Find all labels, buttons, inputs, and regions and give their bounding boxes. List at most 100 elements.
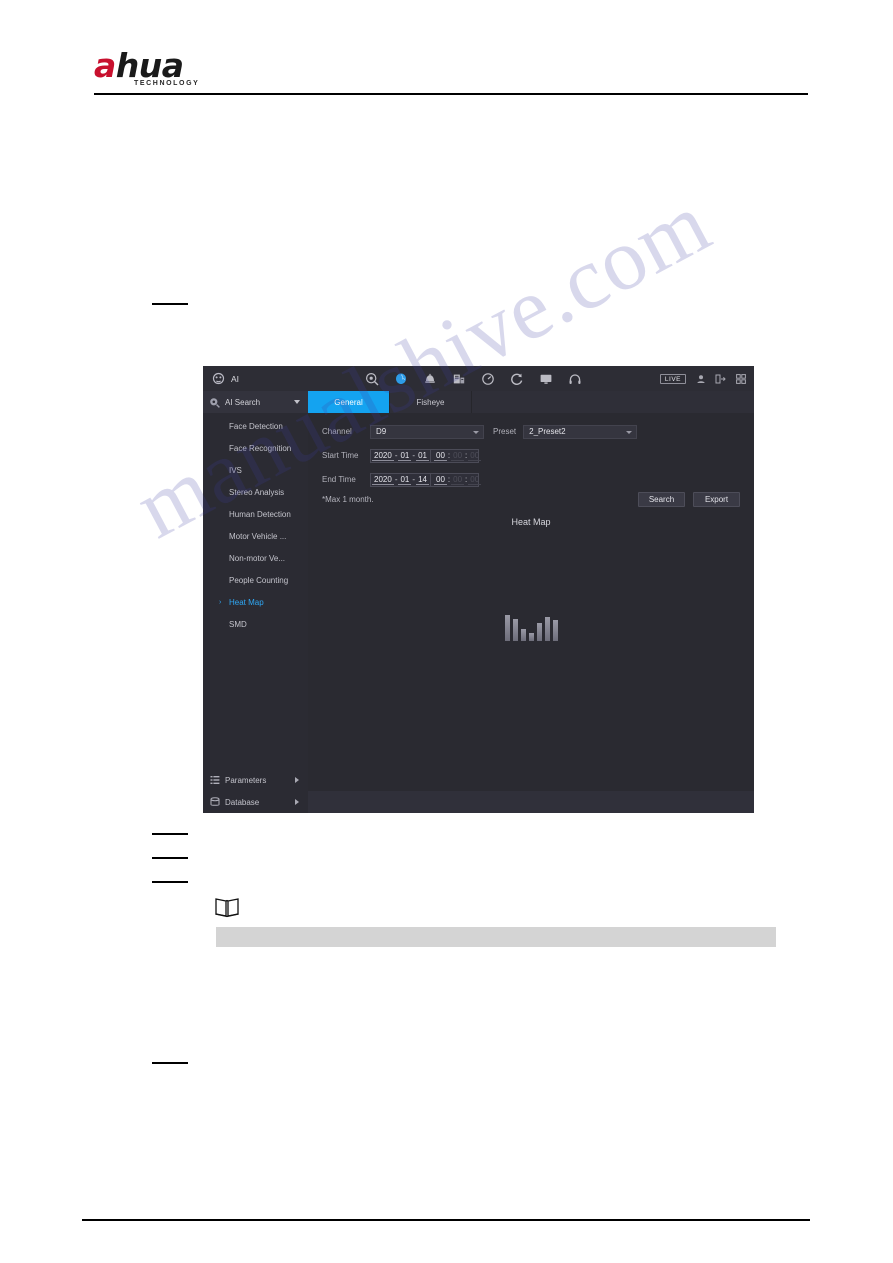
header-divider xyxy=(94,93,808,95)
sidebar-header-ai-search[interactable]: AI Search xyxy=(203,391,308,413)
start-year: 2020 xyxy=(372,450,394,461)
main-panel: Channel D9 Preset 2_Preset2 Start Time 2… xyxy=(308,413,754,813)
display-icon[interactable] xyxy=(538,371,553,386)
sidebar-item-people-counting[interactable]: People Counting xyxy=(203,569,308,591)
sidebar-item-label: SMD xyxy=(229,619,247,629)
user-icon[interactable] xyxy=(695,373,706,384)
sidebar-item-label: Heat Map xyxy=(229,597,264,607)
heatmap-loading-bars xyxy=(308,603,754,641)
start-hour: 00 xyxy=(434,450,447,461)
alarm-bell-icon[interactable] xyxy=(422,371,437,386)
end-date-input[interactable]: 2020 - 01 - 14 xyxy=(370,472,431,487)
sidebar-item-label: Non-motor Ve... xyxy=(229,553,286,563)
sidebar-item-face-detection[interactable]: Face Detection xyxy=(203,415,308,437)
ai-search-icon[interactable] xyxy=(364,371,379,386)
nvr-ui-screenshot: AI LIVE AI Search Face Detection Face Re… xyxy=(203,366,754,813)
sidebar-item-stereo-analysis[interactable]: Stereo Analysis xyxy=(203,481,308,503)
start-day: 01 xyxy=(416,450,429,461)
start-second: 00 xyxy=(468,450,482,461)
search-button[interactable]: Search xyxy=(638,492,685,507)
preset-label: Preset xyxy=(493,427,517,436)
redacted-line xyxy=(152,1062,188,1064)
ui-titlebar: AI LIVE xyxy=(203,366,754,391)
end-minute: 00 xyxy=(451,474,465,485)
sidebar-group-parameters[interactable]: Parameters xyxy=(203,769,308,791)
preset-select[interactable]: 2_Preset2 xyxy=(523,424,638,439)
sidebar-group-database[interactable]: Database xyxy=(203,791,308,813)
sidebar-item-smd[interactable]: SMD xyxy=(203,613,308,635)
channel-select[interactable]: D9 xyxy=(370,424,484,439)
tab-bar: General Fisheye xyxy=(308,391,754,413)
manager-icon[interactable] xyxy=(480,371,495,386)
preset-value: 2_Preset2 xyxy=(529,427,566,436)
ui-footer-bar xyxy=(308,791,754,813)
sidebar-item-motor-vehicle[interactable]: Motor Vehicle ... xyxy=(203,525,308,547)
sidebar-header-label: AI Search xyxy=(225,397,261,407)
sidebar-item-human-detection[interactable]: Human Detection xyxy=(203,503,308,525)
bar xyxy=(536,623,542,641)
export-button[interactable]: Export xyxy=(693,492,740,507)
bar xyxy=(520,629,526,641)
list-icon xyxy=(210,776,220,784)
end-time-input[interactable]: 00 : 00 : 00 xyxy=(431,472,482,487)
sidebar-item-heat-map[interactable]: › Heat Map xyxy=(203,591,308,613)
sidebar-item-label: Face Recognition xyxy=(229,443,292,453)
tab-general[interactable]: General xyxy=(308,391,390,413)
channel-row: Channel D9 Preset 2_Preset2 xyxy=(322,424,638,439)
ai-module-icon xyxy=(212,372,225,385)
end-month: 01 xyxy=(398,474,412,485)
database-icon xyxy=(210,797,220,806)
sidebar-group-label: Parameters xyxy=(225,775,267,785)
sidebar-item-face-recognition[interactable]: Face Recognition xyxy=(203,437,308,459)
redacted-line xyxy=(152,857,188,859)
logo-accent-letter: a xyxy=(94,46,116,85)
bar xyxy=(528,633,534,641)
search-button-label: Search xyxy=(648,495,675,504)
sidebar-item-non-motor-vehicle[interactable]: Non-motor Ve... xyxy=(203,547,308,569)
logout-icon[interactable] xyxy=(715,373,726,384)
live-badge: LIVE xyxy=(659,373,686,384)
start-time-row: Start Time 2020 - 01 - 01 00 : 00 : 00 xyxy=(322,448,482,463)
heatmap-title: Heat Map xyxy=(511,517,551,527)
bar xyxy=(544,617,550,641)
document-page: ahua TECHNOLOGY AI LIVE AI Search Face D… xyxy=(0,0,893,1263)
titlebar-app: AI xyxy=(203,372,342,385)
grid-icon[interactable] xyxy=(735,373,746,384)
sidebar-item-label: Face Detection xyxy=(229,421,283,431)
ai-search-icon xyxy=(210,397,220,408)
end-second: 00 xyxy=(468,474,482,485)
chevron-down-icon xyxy=(294,400,300,404)
start-minute: 00 xyxy=(451,450,465,461)
sidebar-item-list: Face Detection Face Recognition IVS Ster… xyxy=(203,413,308,635)
sidebar-item-ivs[interactable]: IVS xyxy=(203,459,308,481)
end-year: 2020 xyxy=(372,474,394,485)
redacted-line xyxy=(152,881,188,883)
maintain-icon[interactable] xyxy=(509,371,524,386)
end-time-label: End Time xyxy=(322,475,356,484)
bar xyxy=(552,620,558,641)
sidebar-item-label: People Counting xyxy=(229,575,289,585)
backup-icon[interactable] xyxy=(451,371,466,386)
chevron-down-icon xyxy=(473,430,479,434)
max-range-hint: *Max 1 month. xyxy=(322,495,374,504)
tab-fisheye[interactable]: Fisheye xyxy=(390,391,472,413)
event-icon[interactable] xyxy=(393,371,408,386)
start-time-input[interactable]: 00 : 00 : 00 xyxy=(431,448,482,463)
note-redacted-bar xyxy=(216,927,776,947)
sidebar-item-label: IVS xyxy=(229,465,242,475)
export-button-label: Export xyxy=(704,495,729,504)
footer-divider xyxy=(82,1219,810,1221)
sidebar-item-label: Motor Vehicle ... xyxy=(229,531,287,541)
start-month: 01 xyxy=(398,450,412,461)
end-hour: 00 xyxy=(434,474,447,485)
sidebar-item-label: Human Detection xyxy=(229,509,291,519)
chevron-right-icon xyxy=(295,777,299,783)
logo-wordmark: ahua xyxy=(94,49,274,83)
chevron-down-icon xyxy=(626,430,633,434)
start-date-input[interactable]: 2020 - 01 - 01 xyxy=(370,448,431,463)
channel-label: Channel xyxy=(322,427,352,436)
start-time-label: Start Time xyxy=(322,451,359,460)
sidebar-group-label: Database xyxy=(225,797,260,807)
redacted-line xyxy=(152,303,188,305)
audio-icon[interactable] xyxy=(567,371,582,386)
